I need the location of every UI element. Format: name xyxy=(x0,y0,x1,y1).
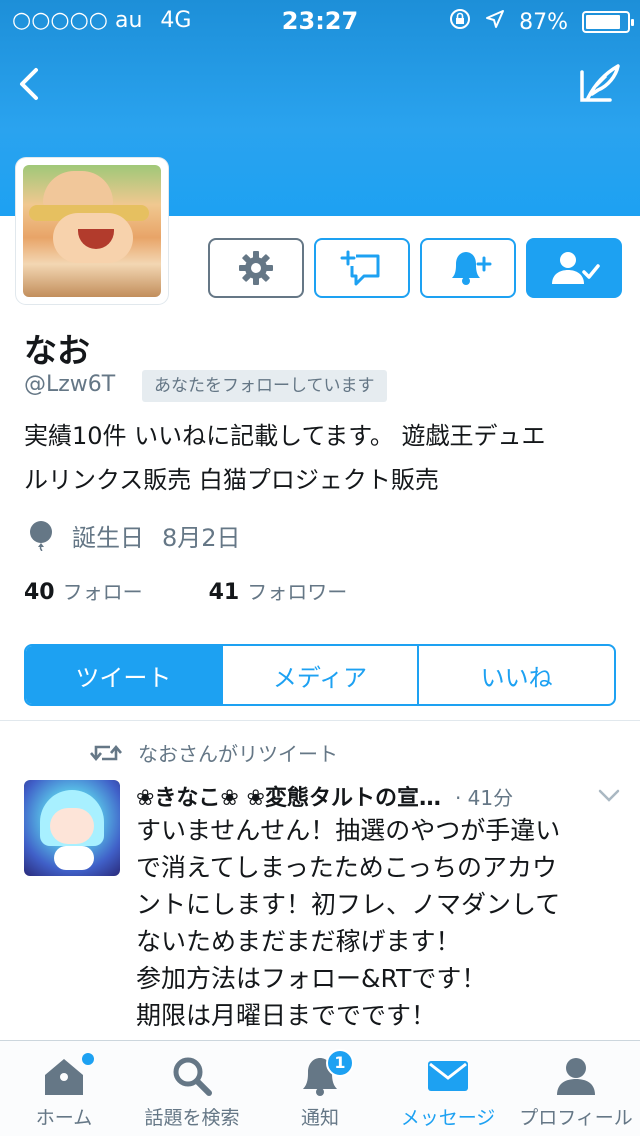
tweet-line: すいませんせん！抽選のやつが手違い xyxy=(136,816,561,845)
user-handle: @Lzw6T xyxy=(24,372,116,397)
compose-quill-icon xyxy=(580,64,620,102)
bottom-tab-bar: ホーム 話題を検索 1 通知 メッセージ プロフィール xyxy=(0,1040,640,1136)
gear-icon xyxy=(239,251,273,285)
location-icon xyxy=(485,9,505,35)
envelope-icon xyxy=(428,1061,468,1091)
tweet-line: ントにします！初フレ、ノマダンして xyxy=(136,890,561,919)
birthday-label: 誕生日 xyxy=(72,524,144,552)
following-button[interactable] xyxy=(526,238,622,298)
person-icon xyxy=(557,1058,595,1095)
tabbar-profile[interactable]: プロフィール xyxy=(512,1041,640,1136)
avatar-image xyxy=(23,165,161,297)
tabbar-home[interactable]: ホーム xyxy=(0,1041,128,1136)
follow-stats: 40 フォロー 41 フォロワー xyxy=(24,576,347,605)
profile-bio: 実績10件 いいねに記載してます。 遊戯王デュエ ルリンクス販売 白猫プロジェク… xyxy=(24,414,624,502)
tabbar-messages[interactable]: メッセージ xyxy=(384,1041,512,1136)
unread-dot xyxy=(82,1053,94,1065)
tweet-author-name[interactable]: ❀きなこ❀ ❀変態タルトの宣… xyxy=(136,780,441,812)
tweet-timestamp: · 41分 xyxy=(454,785,514,810)
following-stat[interactable]: 40 フォロー xyxy=(24,576,143,605)
settings-button[interactable] xyxy=(208,238,304,298)
tab-media[interactable]: メディア xyxy=(223,646,420,704)
tabbar-label: 話題を検索 xyxy=(144,1107,240,1129)
chevron-left-icon xyxy=(20,68,38,100)
bell-add-icon xyxy=(452,252,492,285)
status-right: 87% xyxy=(449,8,634,36)
tweet-line: で消えてしまったためこっちのアカウ xyxy=(136,853,558,882)
balloon-icon xyxy=(30,520,52,551)
add-to-list-button[interactable] xyxy=(314,238,410,298)
bio-line: ルリンクス販売 白猫プロジェクト販売 xyxy=(24,466,439,494)
divider xyxy=(0,720,640,721)
home-icon xyxy=(45,1059,83,1095)
tabbar-label: プロフィール xyxy=(519,1107,633,1129)
followers-stat[interactable]: 41 フォロワー xyxy=(209,576,348,605)
battery-percent: 87% xyxy=(519,9,568,35)
follows-you-badge: あなたをフォローしています xyxy=(142,370,387,402)
retweet-label: なおさんがリツイート xyxy=(138,742,338,766)
tabbar-label: 通知 xyxy=(300,1107,339,1129)
person-check-icon xyxy=(552,252,600,284)
compose-tweet-button[interactable] xyxy=(576,60,624,108)
tweet-header: ❀きなこ❀ ❀変態タルトの宣… · 41分 xyxy=(136,780,626,812)
list-add-icon xyxy=(340,250,380,286)
tweet-line: 参加方法はフォロー&RTです！ xyxy=(136,964,487,993)
profile-tabs: ツイート メディア いいね xyxy=(24,644,616,706)
rotation-lock-icon xyxy=(449,8,471,36)
followers-count: 41 xyxy=(208,580,240,605)
search-icon xyxy=(173,1057,212,1096)
tabbar-search[interactable]: 話題を検索 xyxy=(128,1041,256,1136)
back-button[interactable] xyxy=(10,60,50,108)
notification-badge: 1 xyxy=(326,1049,354,1077)
tab-likes[interactable]: いいね xyxy=(419,646,614,704)
bio-line: 実績10件 いいねに記載してます。 遊戯王デュエ xyxy=(24,422,546,450)
tab-tweets[interactable]: ツイート xyxy=(26,646,223,704)
profile-actions xyxy=(208,238,622,298)
tabbar-label: ホーム xyxy=(35,1107,93,1129)
retweet-context: なおさんがリツイート xyxy=(90,738,338,767)
tweet-text: すいませんせん！抽選のやつが手違い で消えてしまったためこっちのアカウ ントにし… xyxy=(136,812,622,1034)
tweet-line: ないためまだまだ稼げます！ xyxy=(136,927,461,956)
display-name: なお xyxy=(24,331,90,370)
tweet-author-avatar[interactable] xyxy=(24,780,120,876)
tweet-line: 期限は月曜日まででです！ xyxy=(136,1001,437,1030)
followers-label: フォロワー xyxy=(247,580,348,604)
profile-avatar[interactable] xyxy=(16,158,168,304)
birthday-date: 8月2日 xyxy=(162,524,241,552)
chevron-down-icon[interactable] xyxy=(598,784,620,809)
status-bar: ○○○○○ au 4G 23:27 87% xyxy=(0,0,640,40)
tabbar-notifications[interactable]: 1 通知 xyxy=(256,1041,384,1136)
following-label: フォロー xyxy=(62,580,143,604)
following-count: 40 xyxy=(24,580,55,605)
notifications-button[interactable] xyxy=(420,238,516,298)
retweet-icon xyxy=(90,744,122,761)
tabbar-label: メッセージ xyxy=(400,1107,496,1129)
battery-icon xyxy=(582,11,634,33)
birthday-row: 誕生日 8月2日 xyxy=(28,518,241,553)
